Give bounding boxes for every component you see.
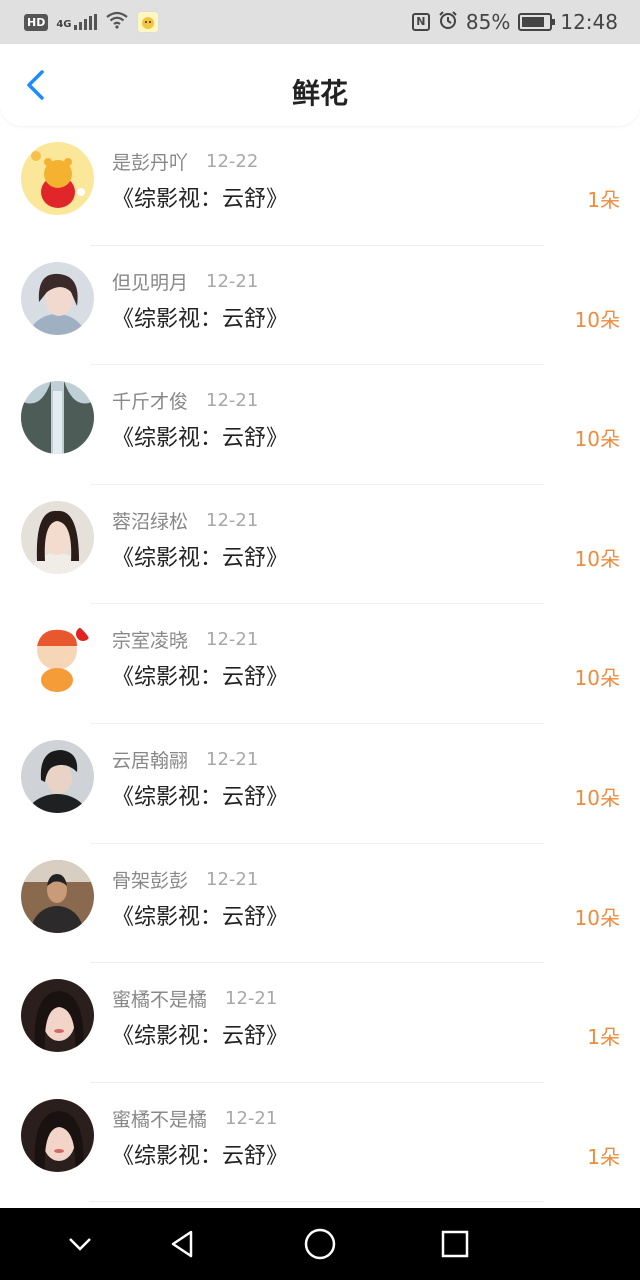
avatar[interactable] <box>21 261 94 335</box>
signal-icon <box>73 14 97 30</box>
username: 骨架彭彭 <box>112 869 189 892</box>
flower-count: 10朵 <box>574 546 620 571</box>
flower-record-list: 是彭丹吖 12-22 《综影视：云舒》 1朵 但见明月 12-21 《综影视：云… <box>0 126 640 1208</box>
divider <box>90 1201 544 1203</box>
name-row: 蜜橘不是橘 12-21 <box>112 985 277 1012</box>
date: 12-21 <box>206 509 259 531</box>
name-row: 千斤才俊 12-21 <box>112 387 258 414</box>
book-title: 《综影视：云舒》 <box>112 1024 289 1050</box>
recents-square-icon <box>441 1230 469 1258</box>
list-item[interactable]: 蓉沼绿松 12-21 《综影视：云舒》 10朵 <box>0 485 640 605</box>
hd-badge: HD <box>24 13 49 31</box>
system-nav-bar <box>0 1208 640 1280</box>
list-item[interactable]: 但见明月 12-21 《综影视：云舒》 10朵 <box>0 246 640 366</box>
username: 蓉沼绿松 <box>112 510 189 533</box>
status-right: N 85% 12:48 <box>411 10 618 34</box>
status-bar: HD 4G N 85% 12:48 <box>0 0 640 44</box>
nav-recents-button[interactable] <box>435 1224 475 1264</box>
date: 12-21 <box>206 748 259 770</box>
nfc-icon: N <box>411 13 430 31</box>
status-left: HD 4G <box>24 11 159 33</box>
network-type: 4G <box>56 19 72 30</box>
book-title: 《综影视：云舒》 <box>112 1143 289 1169</box>
date: 12-21 <box>206 390 259 412</box>
date: 12-21 <box>206 270 259 292</box>
flower-count: 10朵 <box>574 427 620 452</box>
username: 蜜橘不是橘 <box>112 989 208 1012</box>
avatar[interactable] <box>21 739 94 813</box>
date: 12-21 <box>206 868 259 890</box>
chevron-down-icon <box>69 1238 91 1251</box>
date: 12-22 <box>206 151 259 172</box>
avatar[interactable] <box>21 381 94 455</box>
username: 但见明月 <box>112 271 189 294</box>
list-item[interactable]: 蜜橘不是橘 12-21 《综影视：云舒》 1朵 <box>0 963 640 1083</box>
nav-back-button[interactable] <box>162 1224 202 1264</box>
flower-count: 1朵 <box>587 1144 620 1169</box>
date: 12-21 <box>225 988 278 1010</box>
name-row: 蓉沼绿松 12-21 <box>112 507 258 534</box>
username: 千斤才俊 <box>112 391 189 414</box>
name-row: 云居翰翮 12-21 <box>112 746 258 773</box>
battery-icon <box>518 13 556 31</box>
book-title: 《综影视：云舒》 <box>112 306 289 332</box>
name-row: 是彭丹吖 12-22 <box>112 148 258 175</box>
avatar[interactable] <box>21 1098 94 1172</box>
list-item[interactable]: 蜜橘不是橘 12-21 《综影视：云舒》 1朵 <box>0 1083 640 1203</box>
avatar[interactable] <box>21 620 94 694</box>
avatar[interactable] <box>21 500 94 574</box>
app-header: 鲜花 <box>0 44 640 126</box>
name-row: 宗室凌晓 12-21 <box>112 626 258 653</box>
book-title: 《综影视：云舒》 <box>112 426 289 452</box>
book-title: 《综影视：云舒》 <box>112 904 289 930</box>
battery-percent: 85% <box>465 10 511 34</box>
username: 是彭丹吖 <box>112 152 189 174</box>
username: 宗室凌晓 <box>112 630 189 653</box>
username: 蜜橘不是橘 <box>112 1108 208 1131</box>
date: 12-21 <box>225 1107 278 1129</box>
username: 云居翰翮 <box>112 749 189 772</box>
avatar[interactable] <box>21 859 94 933</box>
name-row: 骨架彭彭 12-21 <box>112 866 258 893</box>
alarm-icon <box>438 10 458 34</box>
wifi-icon <box>105 11 129 33</box>
book-title: 《综影视：云舒》 <box>112 187 289 212</box>
clock: 12:48 <box>560 10 618 34</box>
flower-count: 10朵 <box>574 785 620 810</box>
flower-count: 10朵 <box>574 905 620 930</box>
back-triangle-icon <box>171 1230 193 1258</box>
flower-count: 10朵 <box>574 307 620 332</box>
name-row: 但见明月 12-21 <box>112 268 258 295</box>
flower-count: 1朵 <box>587 188 620 212</box>
flower-count: 10朵 <box>574 666 620 691</box>
page-title: 鲜花 <box>291 77 348 110</box>
flower-count: 1朵 <box>587 1025 620 1050</box>
list-item[interactable]: 骨架彭彭 12-21 《综影视：云舒》 10朵 <box>0 844 640 964</box>
book-title: 《综影视：云舒》 <box>112 545 289 571</box>
name-row: 蜜橘不是橘 12-21 <box>112 1105 277 1132</box>
list-item[interactable]: 千斤才俊 12-21 《综影视：云舒》 10朵 <box>0 365 640 485</box>
book-title: 《综影视：云舒》 <box>112 665 289 691</box>
book-title: 《综影视：云舒》 <box>112 784 289 810</box>
avatar[interactable] <box>21 979 94 1053</box>
date: 12-21 <box>206 629 259 651</box>
notification-app-icon <box>136 11 159 33</box>
avatar[interactable] <box>21 142 94 215</box>
hide-keyboard-button[interactable] <box>60 1224 100 1264</box>
home-circle-icon <box>304 1228 336 1260</box>
nav-home-button[interactable] <box>300 1224 340 1264</box>
list-item[interactable]: 云居翰翮 12-21 《综影视：云舒》 10朵 <box>0 724 640 844</box>
list-item[interactable]: 宗室凌晓 12-21 《综影视：云舒》 10朵 <box>0 604 640 724</box>
list-item[interactable]: 是彭丹吖 12-22 《综影视：云舒》 1朵 <box>0 126 640 246</box>
